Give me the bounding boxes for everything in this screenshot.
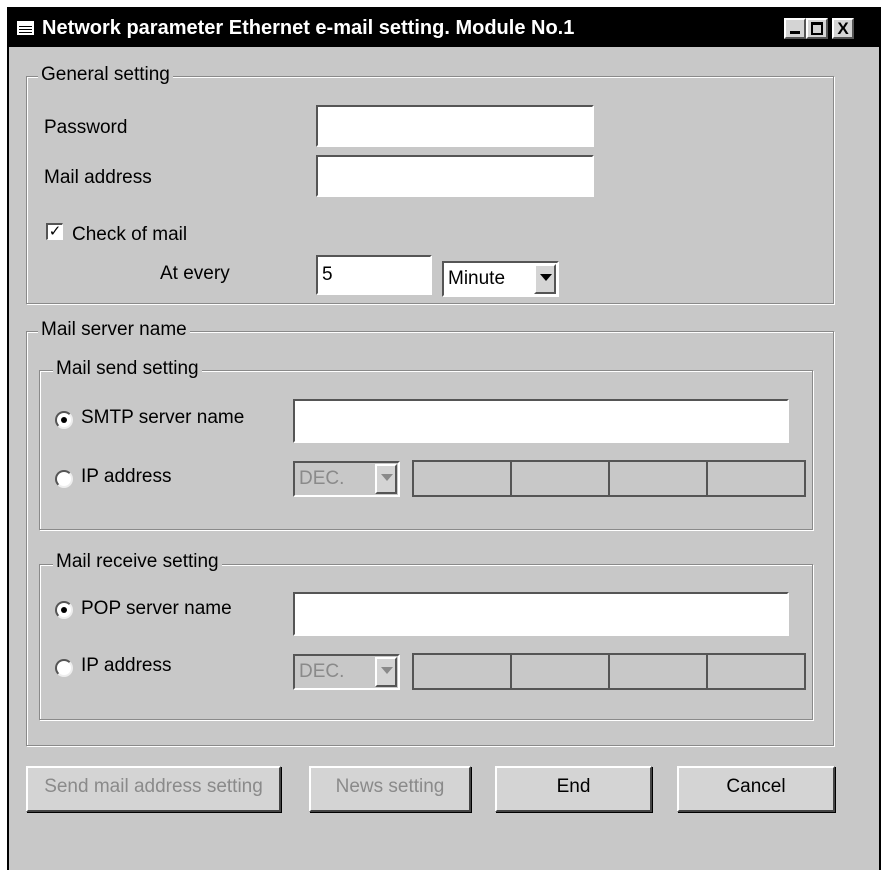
mail-address-input[interactable] (318, 157, 592, 195)
window-title: Network parameter Ethernet e-mail settin… (42, 17, 575, 39)
ip-octet[interactable] (414, 655, 512, 688)
ip-octet[interactable] (610, 655, 708, 688)
send-mail-address-setting-button[interactable]: Send mail address setting (26, 766, 281, 812)
dropdown-arrow-icon[interactable] (375, 657, 397, 687)
password-field[interactable] (316, 105, 594, 147)
at-every-input[interactable] (318, 257, 430, 293)
send-ip-address-field[interactable] (412, 460, 806, 497)
pop-server-input[interactable] (295, 594, 787, 634)
news-setting-button[interactable]: News setting (309, 766, 471, 812)
mail-send-setting-title: Mail send setting (53, 358, 202, 380)
check-of-mail-checkbox[interactable]: ✓ (46, 223, 63, 240)
cancel-label: Cancel (726, 776, 786, 797)
ip-octet[interactable] (708, 655, 804, 688)
mail-address-field[interactable] (316, 155, 594, 197)
interval-unit-value: Minute (448, 268, 506, 289)
cancel-button[interactable]: Cancel (677, 766, 835, 812)
password-input[interactable] (318, 107, 592, 145)
send-mail-address-setting-label: Send mail address setting (44, 776, 263, 797)
receive-ip-address-label[interactable]: IP address (81, 655, 171, 677)
ip-octet[interactable] (610, 462, 708, 495)
ip-octet[interactable] (414, 462, 512, 495)
mail-receive-setting-group (39, 564, 813, 720)
mail-send-setting-group (39, 370, 813, 530)
window-icon (17, 21, 34, 35)
maximize-button[interactable] (806, 18, 828, 39)
pop-server-field[interactable] (293, 592, 789, 636)
at-every-label: At every (160, 263, 230, 284)
send-ip-address-label[interactable]: IP address (81, 466, 171, 488)
mail-address-label: Mail address (44, 167, 152, 188)
at-every-field[interactable] (316, 255, 432, 295)
receive-ip-format-select[interactable]: DEC. (293, 654, 400, 690)
end-button[interactable]: End (495, 766, 652, 812)
receive-ip-address-radio[interactable] (55, 659, 73, 677)
smtp-server-input[interactable] (295, 401, 787, 441)
check-of-mail-label[interactable]: Check of mail (72, 224, 187, 246)
receive-ip-address-field[interactable] (412, 653, 806, 690)
close-icon: X (837, 19, 849, 38)
password-label: Password (44, 117, 128, 138)
checkbox-checked-icon: ✓ (48, 223, 62, 240)
smtp-radio[interactable] (55, 411, 73, 429)
dropdown-arrow-icon[interactable] (375, 464, 397, 494)
dropdown-arrow-icon[interactable] (534, 264, 556, 294)
mail-receive-setting-title: Mail receive setting (53, 551, 222, 573)
send-ip-format-select[interactable]: DEC. (293, 461, 400, 497)
maximize-icon (808, 20, 826, 37)
pop-radio[interactable] (55, 601, 73, 619)
receive-ip-format-value: DEC. (299, 661, 345, 682)
close-button[interactable]: X (832, 18, 854, 39)
send-ip-format-value: DEC. (299, 468, 345, 489)
minimize-icon (786, 20, 804, 37)
smtp-server-field[interactable] (293, 399, 789, 443)
dialog-window: Network parameter Ethernet e-mail settin… (7, 7, 881, 870)
news-setting-label: News setting (335, 776, 445, 797)
interval-unit-select[interactable]: Minute (442, 261, 559, 297)
send-ip-address-radio[interactable] (55, 470, 73, 488)
general-setting-title: General setting (38, 64, 173, 86)
minimize-button[interactable] (784, 18, 806, 39)
pop-server-name-label[interactable]: POP server name (81, 598, 232, 620)
ip-octet[interactable] (512, 655, 610, 688)
ip-octet[interactable] (512, 462, 610, 495)
mail-server-name-title: Mail server name (38, 319, 190, 341)
end-label: End (556, 776, 591, 797)
ip-octet[interactable] (708, 462, 804, 495)
title-bar[interactable]: Network parameter Ethernet e-mail settin… (9, 9, 879, 47)
smtp-server-name-label[interactable]: SMTP server name (81, 407, 244, 429)
